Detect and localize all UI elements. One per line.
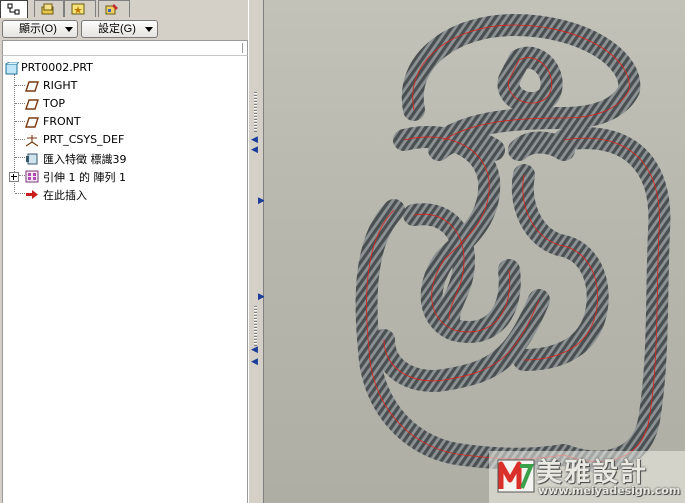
settings-menu-button[interactable]: 設定(G)	[81, 20, 158, 38]
tree-root[interactable]: PRT0002.PRT	[3, 59, 247, 77]
tab-connections[interactable]	[98, 0, 130, 17]
navigator-tabs	[0, 0, 248, 18]
tree-item-front[interactable]: FRONT	[3, 113, 247, 131]
insert-here-arrow-icon	[26, 190, 38, 199]
tree-item-label: 引伸 1 的 陣列 1	[43, 171, 126, 184]
tree-toolbar: 顯示(O) 設定(G)	[0, 18, 248, 40]
tree-item-pattern[interactable]: 引伸 1 的 陣列 1	[3, 167, 247, 185]
datum-plane-icon	[25, 117, 39, 128]
splitter-grip[interactable]	[254, 92, 257, 132]
tree-item-label: PRT_CSYS_DEF	[43, 133, 125, 146]
tree-item-top[interactable]: TOP	[3, 95, 247, 113]
collapse-left-icon[interactable]: ◀	[251, 136, 258, 145]
collapse-left-icon[interactable]: ◀	[251, 346, 258, 355]
datum-plane-icon	[25, 81, 39, 92]
tree-column-header	[2, 40, 248, 56]
import-feature-icon	[26, 153, 38, 165]
panel-splitter[interactable]: ◀ ◀ ▶ ▶ ◀ ◀	[248, 0, 265, 503]
tree-item-label: 匯入特徵 標識39	[43, 153, 127, 166]
connections-icon	[105, 4, 118, 15]
tab-model-tree[interactable]	[0, 0, 28, 18]
pattern-icon	[25, 170, 39, 183]
tree-item-label: FRONT	[43, 115, 81, 128]
model-tree: PRT0002.PRT RIGHT TOP FRONT PRT_CSYS_DEF…	[2, 56, 248, 503]
expand-icon[interactable]	[9, 172, 19, 182]
graphics-window[interactable]	[264, 0, 685, 503]
tab-folder-browser[interactable]	[34, 0, 64, 17]
chevron-down-icon	[65, 27, 73, 32]
datum-plane-icon	[25, 99, 39, 110]
tree-root-label: PRT0002.PRT	[21, 61, 93, 74]
display-menu-button[interactable]: 顯示(O)	[2, 20, 78, 38]
tree-item-import-feature[interactable]: 匯入特徵 標識39	[3, 149, 247, 167]
tree-item-right[interactable]: RIGHT	[3, 77, 247, 95]
meiya-logo-icon	[497, 459, 535, 493]
collapse-left-icon[interactable]: ◀	[251, 358, 258, 367]
coordinate-system-icon	[25, 135, 39, 147]
tree-item-insert-here[interactable]: 在此插入	[3, 185, 247, 203]
settings-menu-label: 設定(G)	[98, 23, 136, 35]
splitter-grip[interactable]	[254, 306, 257, 346]
model-tree-icon	[7, 3, 20, 15]
chevron-down-icon	[145, 27, 153, 32]
favorites-icon	[71, 3, 85, 15]
tab-favorites[interactable]	[64, 0, 96, 17]
tree-item-label: RIGHT	[43, 79, 78, 92]
collapse-left-icon[interactable]: ◀	[251, 146, 258, 155]
model-tree-panel: 顯示(O) 設定(G) PRT0002.PRT RIGHT TOP FRONT …	[0, 0, 248, 503]
tree-item-csys[interactable]: PRT_CSYS_DEF	[3, 131, 247, 149]
tree-item-label: TOP	[43, 97, 66, 110]
watermark-url: www.meiyadesign.com	[538, 484, 681, 497]
part-icon	[5, 62, 19, 75]
folder-browser-icon	[41, 3, 54, 15]
display-menu-label: 顯示(O)	[19, 23, 57, 35]
tree-item-label: 在此插入	[43, 189, 87, 202]
chain-pendant-model	[355, 14, 671, 473]
